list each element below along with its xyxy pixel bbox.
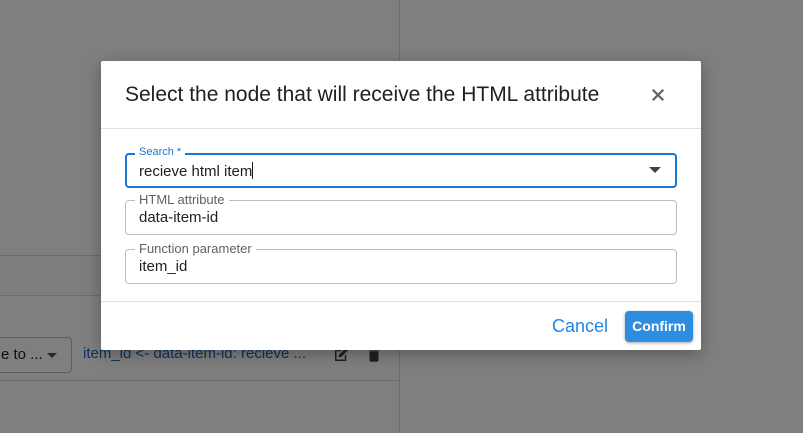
text-caret (252, 162, 254, 179)
html-attribute-label: HTML attribute (135, 192, 229, 208)
function-parameter-label: Function parameter (135, 241, 256, 257)
close-icon[interactable] (649, 86, 667, 104)
confirm-button[interactable]: Confirm (625, 311, 693, 342)
search-field[interactable]: Search * recieve html item (125, 144, 677, 188)
function-parameter-field[interactable]: Function parameter item_id (125, 241, 677, 284)
select-node-dialog: Select the node that will receive the HT… (101, 61, 701, 350)
dialog-footer: Cancel Confirm (101, 301, 701, 350)
html-attribute-field[interactable]: HTML attribute data-item-id (125, 192, 677, 235)
dialog-title: Select the node that will receive the HT… (125, 83, 600, 106)
chevron-down-icon[interactable] (649, 167, 661, 173)
search-value: recieve html item (139, 163, 253, 180)
dialog-header: Select the node that will receive the HT… (101, 61, 701, 129)
search-input[interactable]: recieve html item (139, 162, 639, 180)
function-parameter-input[interactable]: item_id (139, 258, 639, 276)
page: e to ... item_id <- data-item-id: reciev… (0, 0, 803, 433)
search-label: Search * (135, 144, 186, 160)
cancel-button[interactable]: Cancel (552, 316, 608, 337)
html-attribute-input[interactable]: data-item-id (139, 209, 639, 227)
